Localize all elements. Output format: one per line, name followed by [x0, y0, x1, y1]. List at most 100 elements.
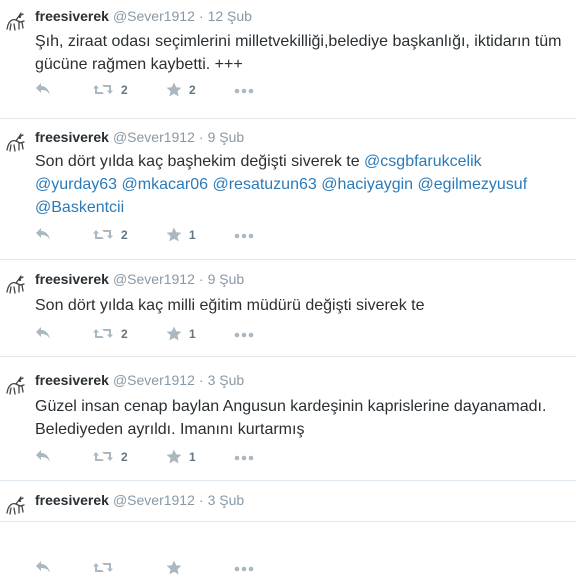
tweet-text: Son dört yılda kaç milli eğitim müdürü d… — [35, 294, 570, 317]
retweet-icon — [92, 82, 114, 97]
avatar[interactable] — [5, 273, 27, 295]
tweet-text: Şıh, ziraat odası seçimlerini milletveki… — [35, 30, 570, 76]
text-segment: gücüne rağmen kaybetti. +++ — [35, 56, 243, 73]
tweet-text-line: Güzel insan cenap baylan Angusun kardeşi… — [35, 395, 570, 418]
retweet-count: 2 — [121, 326, 128, 341]
retweet-icon — [92, 449, 114, 464]
more-button[interactable] — [234, 332, 254, 338]
tweet-actions: 21 — [35, 227, 265, 245]
author-handle[interactable]: @Sever1912 — [113, 372, 195, 388]
author-name[interactable]: freesiverek — [35, 271, 109, 287]
favorite-button[interactable]: 1 — [166, 227, 196, 242]
avatar[interactable] — [5, 131, 27, 153]
tweet-text-line: Son dört yılda kaç başhekim değişti sive… — [35, 150, 570, 173]
author-handle[interactable]: @Sever1912 — [113, 271, 195, 287]
tweet-card[interactable]: freesiverek @Sever1912 · 9 Şub Son dört yıld… — [0, 119, 576, 260]
reply-button[interactable] — [35, 449, 51, 463]
reply-button[interactable] — [35, 82, 51, 96]
retweet-button[interactable]: 2 — [92, 82, 128, 97]
text-segment: Belediyeden ayrıldı. Imanını kurtarmış — [35, 421, 305, 438]
tweet-header: freesiverek @Sever1912 · 9 Şub — [35, 271, 244, 287]
tweet-actions: 22 — [35, 82, 265, 100]
mention-link[interactable]: @csgbfarukcelik — [364, 153, 482, 170]
text-segment: Şıh, ziraat odası seçimlerini milletveki… — [35, 33, 562, 50]
favorite-button[interactable]: 1 — [166, 449, 196, 464]
retweet-icon — [92, 560, 114, 575]
reply-icon — [35, 560, 51, 574]
tweet-text-line: Belediyeden ayrıldı. Imanını kurtarmış — [35, 418, 570, 441]
star-icon — [166, 82, 182, 97]
tweet-text-line: @yurday63 @mkacar06 @resatuzun63 @haciya… — [35, 173, 570, 196]
mention-link[interactable]: @haciyaygin — [321, 176, 413, 193]
mention-link[interactable]: @mkacar06 — [122, 176, 209, 193]
retweet-button[interactable] — [92, 560, 114, 575]
avatar[interactable] — [5, 10, 27, 32]
text-segment: Güzel insan cenap baylan Angusun kardeşi… — [35, 398, 547, 415]
author-name[interactable]: freesiverek — [35, 492, 109, 508]
text-segment: Son dört yılda kaç başhekim değişti sive… — [35, 153, 365, 170]
favorite-button[interactable] — [166, 560, 182, 575]
reply-icon — [35, 326, 51, 340]
author-name[interactable]: freesiverek — [35, 129, 109, 145]
tweet-timestamp[interactable]: 12 Şub — [208, 8, 252, 24]
mention-link[interactable]: @egilmezyusuf — [418, 176, 528, 193]
favorite-button[interactable]: 1 — [166, 326, 196, 341]
more-dots-icon — [234, 233, 254, 239]
favorite-button[interactable]: 2 — [166, 82, 196, 97]
favorite-count: 1 — [189, 326, 196, 341]
author-handle[interactable]: @Sever1912 — [113, 8, 195, 24]
tweet-text-line: Şıh, ziraat odası seçimlerini milletveki… — [35, 30, 570, 53]
tweet-header: freesiverek @Sever1912 · 3 Şub — [35, 372, 244, 388]
tweet-timestamp[interactable]: 9 Şub — [208, 129, 245, 145]
tweet-actions: 21 — [35, 326, 265, 344]
tweet-timestamp[interactable]: 3 Şub — [208, 372, 245, 388]
retweet-count: 2 — [121, 82, 128, 97]
retweet-button[interactable]: 2 — [92, 326, 128, 341]
retweet-count: 2 — [121, 227, 128, 242]
tweet-text-line: @Baskentcii — [35, 196, 570, 219]
tweet-actions — [35, 560, 265, 578]
tweet-header: freesiverek @Sever1912 · 9 Şub — [35, 129, 244, 145]
more-button[interactable] — [234, 455, 254, 461]
favorite-count: 1 — [189, 449, 196, 464]
tweet-text: Güzel insan cenap baylan Angusun kardeşi… — [35, 395, 570, 441]
avatar[interactable] — [5, 494, 27, 516]
reply-button[interactable] — [35, 326, 51, 340]
tweet-text-line: Son dört yılda kaç milli eğitim müdürü d… — [35, 294, 570, 317]
more-button[interactable] — [234, 566, 254, 572]
retweet-count: 2 — [121, 449, 128, 464]
retweet-button[interactable]: 2 — [92, 227, 128, 242]
avatar[interactable] — [5, 374, 27, 396]
tweet-text-line: gücüne rağmen kaybetti. +++ — [35, 53, 570, 76]
tweet-timestamp[interactable]: 3 Şub — [208, 492, 245, 508]
separator-dot: · — [198, 372, 204, 388]
tweet-timestamp[interactable]: 9 Şub — [208, 271, 245, 287]
star-icon — [166, 560, 182, 575]
more-dots-icon — [234, 455, 254, 461]
text-segment: Son dört yılda kaç milli eğitim müdürü d… — [35, 297, 425, 314]
star-icon — [166, 326, 182, 341]
retweet-button[interactable]: 2 — [92, 449, 128, 464]
tweet-card[interactable]: freesiverek @Sever1912 · 9 Şub Son dört yıld… — [0, 260, 576, 357]
tweet-card[interactable]: freesiverek @Sever1912 · 3 Şub Güzel insan c… — [0, 357, 576, 481]
author-name[interactable]: freesiverek — [35, 372, 109, 388]
more-dots-icon — [234, 88, 254, 94]
more-dots-icon — [234, 566, 254, 572]
tweet-actions: 21 — [35, 449, 265, 467]
separator-dot: · — [198, 271, 204, 287]
author-handle[interactable]: @Sever1912 — [113, 492, 195, 508]
retweet-icon — [92, 227, 114, 242]
more-button[interactable] — [234, 88, 254, 94]
tweet-card[interactable]: freesiverek @Sever1912 · 12 Şub Şıh, ziraat … — [0, 0, 576, 119]
separator-dot: · — [198, 492, 204, 508]
tweet-text: Son dört yılda kaç başhekim değişti sive… — [35, 150, 570, 219]
mention-link[interactable]: @Baskentcii — [35, 199, 124, 216]
reply-button[interactable] — [35, 560, 51, 574]
author-name[interactable]: freesiverek — [35, 8, 109, 24]
mention-link[interactable]: @resatuzun63 — [212, 176, 316, 193]
author-handle[interactable]: @Sever1912 — [113, 129, 195, 145]
favorite-count: 1 — [189, 227, 196, 242]
more-button[interactable] — [234, 233, 254, 239]
reply-button[interactable] — [35, 227, 51, 241]
mention-link[interactable]: @yurday63 — [35, 176, 117, 193]
